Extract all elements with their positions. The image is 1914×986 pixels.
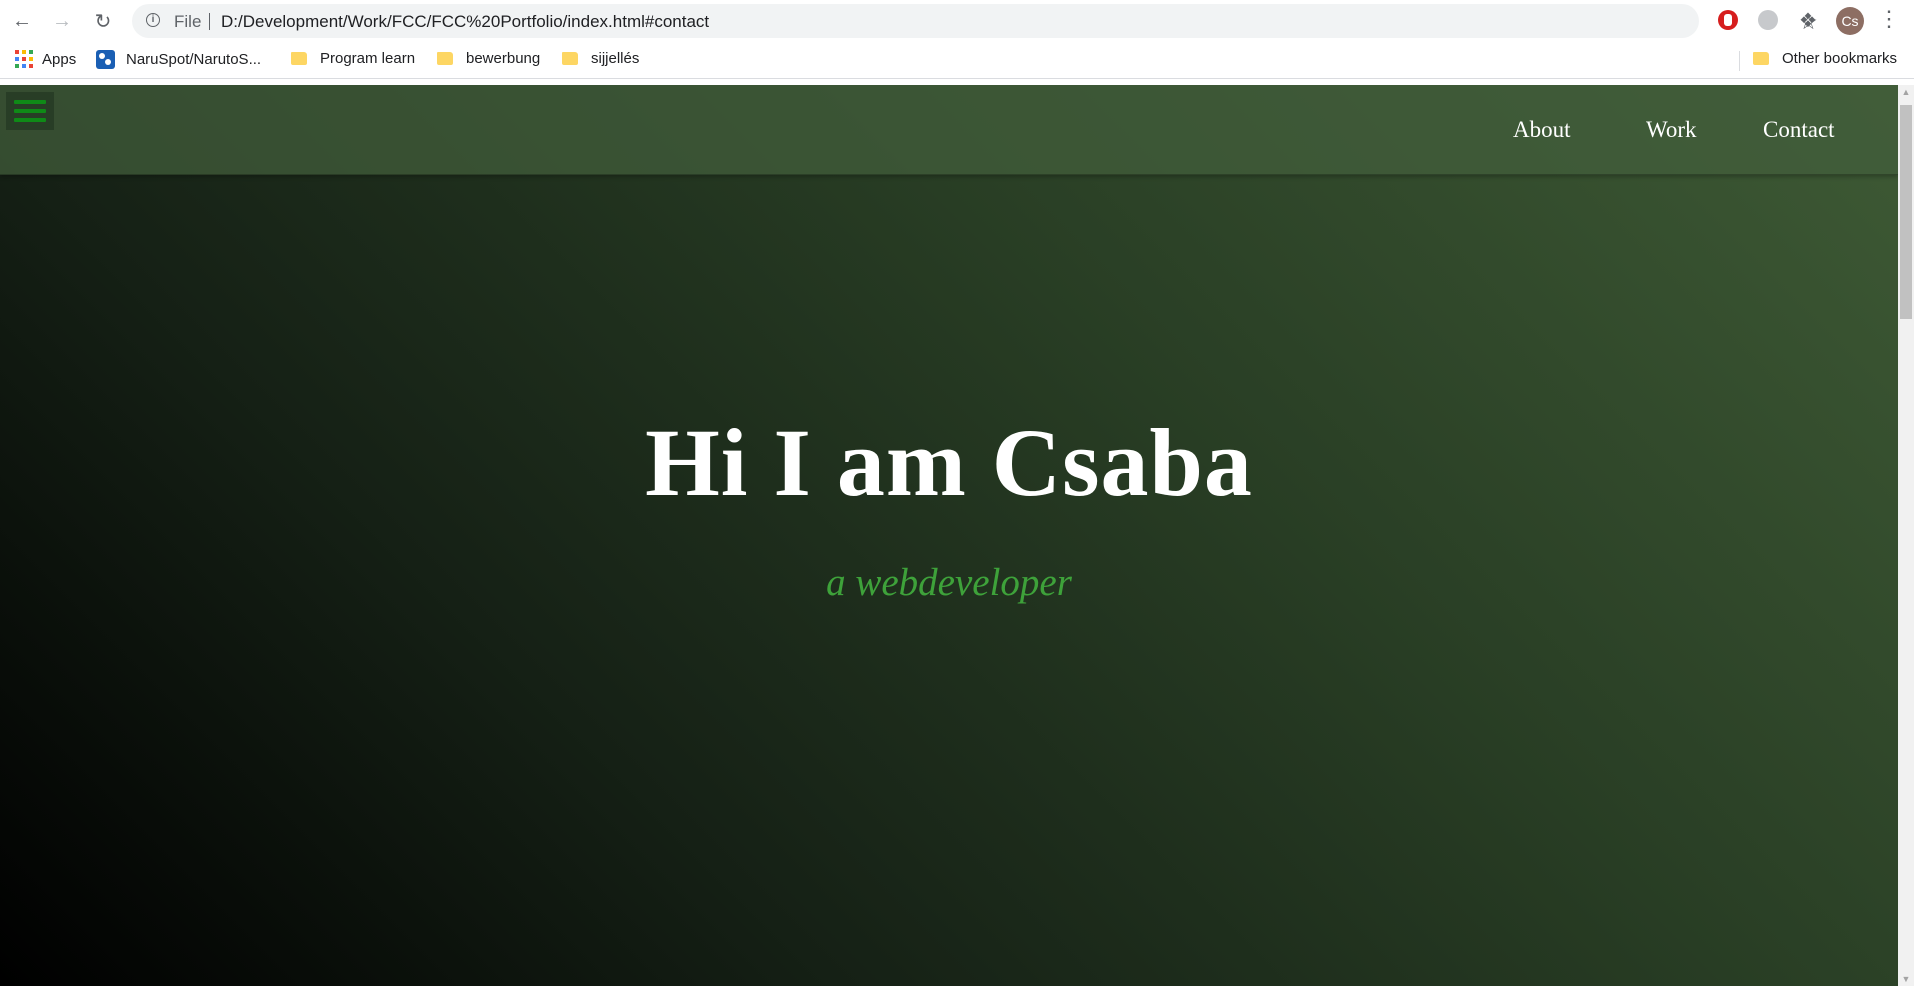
adblock-extension-icon[interactable] [1717, 9, 1739, 31]
bookmark-label: Program learn [320, 50, 416, 67]
bookmark-naruspot[interactable]: NaruSpot/NarutoS... [96, 50, 261, 69]
forward-arrow-icon[interactable]: → [50, 9, 74, 33]
bookmark-sijjelles[interactable]: sijjellés [562, 50, 639, 67]
apps-grid-icon [15, 50, 33, 68]
scroll-up-arrow-icon[interactable]: ▲ [1898, 85, 1914, 99]
extension-icon[interactable] [1757, 9, 1779, 31]
extensions-puzzle-icon[interactable]: ❖ [1797, 9, 1819, 32]
back-arrow-icon[interactable]: ← [10, 9, 34, 33]
bookmark-bewerbung[interactable]: bewerbung [437, 50, 540, 67]
folder-icon [291, 52, 307, 65]
folder-icon [562, 52, 578, 65]
url-scheme-label: File [174, 12, 202, 31]
scroll-down-arrow-icon[interactable]: ▼ [1898, 972, 1914, 986]
page-scrollbar[interactable]: ▲ ▼ [1898, 85, 1914, 986]
scroll-thumb[interactable] [1900, 105, 1912, 319]
bookmark-label: bewerbung [466, 50, 541, 67]
bookmark-label: sijjellés [591, 50, 640, 67]
hero-title: Hi I am Csaba [645, 409, 1253, 516]
site-favicon [96, 50, 115, 69]
hamburger-menu-icon[interactable] [6, 92, 54, 130]
bookmark-label: Apps [42, 50, 77, 68]
browser-toolbar: ← → ↻ i File D:/Development/Work/FCC/FCC… [0, 0, 1914, 42]
hero-subtitle: a webdeveloper [826, 561, 1072, 604]
nav-link-contact[interactable]: Contact [1763, 117, 1835, 143]
nav-link-about[interactable]: About [1513, 117, 1571, 143]
bookmark-other[interactable]: Other bookmarks [1753, 50, 1897, 67]
site-navbar: About Work Contact [0, 85, 1898, 175]
url-separator [209, 13, 210, 30]
folder-icon [1753, 52, 1769, 65]
bookmark-label: NaruSpot/NarutoS... [126, 51, 262, 68]
address-bar[interactable]: i File D:/Development/Work/FCC/FCC%20Por… [132, 4, 1818, 38]
bookmark-label: Other bookmarks [1782, 50, 1898, 67]
folder-icon [437, 52, 453, 65]
page-viewport: About Work Contact Hi I am Csaba a webde… [0, 85, 1898, 986]
bookmark-apps[interactable]: Apps [15, 50, 76, 68]
bookmark-program-learn[interactable]: Program learn [291, 50, 415, 67]
nav-link-work[interactable]: Work [1646, 117, 1697, 143]
reload-icon[interactable]: ↻ [91, 9, 115, 33]
url-text[interactable]: D:/Development/Work/FCC/FCC%20Portfolio/… [221, 12, 709, 32]
bookmarks-bar: Apps NaruSpot/NarutoS... Program learn b… [0, 42, 1914, 79]
site-info-icon[interactable]: i [146, 13, 160, 27]
profile-avatar[interactable]: Cs [1836, 7, 1864, 35]
browser-menu-icon[interactable]: ⋮ [1878, 8, 1900, 30]
bookmarks-divider [1739, 51, 1740, 71]
